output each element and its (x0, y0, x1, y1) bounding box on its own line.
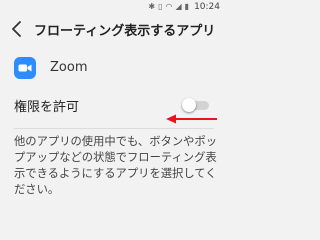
toggle-thumb (182, 98, 196, 112)
vibrate-icon: ▯ (158, 2, 163, 11)
app-name: Zoom (50, 60, 88, 75)
red-arrow-annotation (166, 114, 217, 124)
zoom-app-icon (14, 57, 36, 79)
description-text: 他のアプリの使用中でも、ボタンやポッ プアップなどの状態でフローティング表 示で… (14, 134, 218, 198)
bluetooth-icon: ✱ (148, 2, 156, 11)
permission-label: 権限を許可 (14, 100, 80, 115)
signal-icon: ◢ (175, 2, 182, 11)
description-line: プアップなどの状態でフローティング表 (14, 151, 217, 164)
page-title: フローティング表示するアプリ (34, 24, 216, 39)
description-line: ださい。 (14, 183, 60, 196)
permission-toggle[interactable] (182, 97, 210, 113)
chevron-left-icon[interactable] (10, 20, 24, 38)
battery-icon: ▮ (184, 2, 190, 11)
app-row: Zoom (0, 52, 224, 88)
wifi-icon: ◠ (165, 2, 173, 11)
description-line: 示できるようにするアプリを選択してく (14, 167, 217, 180)
status-bar: ✱ ▯ ◠ ◢ ▮ 10:24 (0, 0, 224, 14)
divider (14, 128, 214, 129)
description-line: 他のアプリの使用中でも、ボタンやポッ (14, 135, 218, 148)
status-time: 10:24 (194, 2, 220, 12)
header: フローティング表示するアプリ (0, 14, 224, 44)
